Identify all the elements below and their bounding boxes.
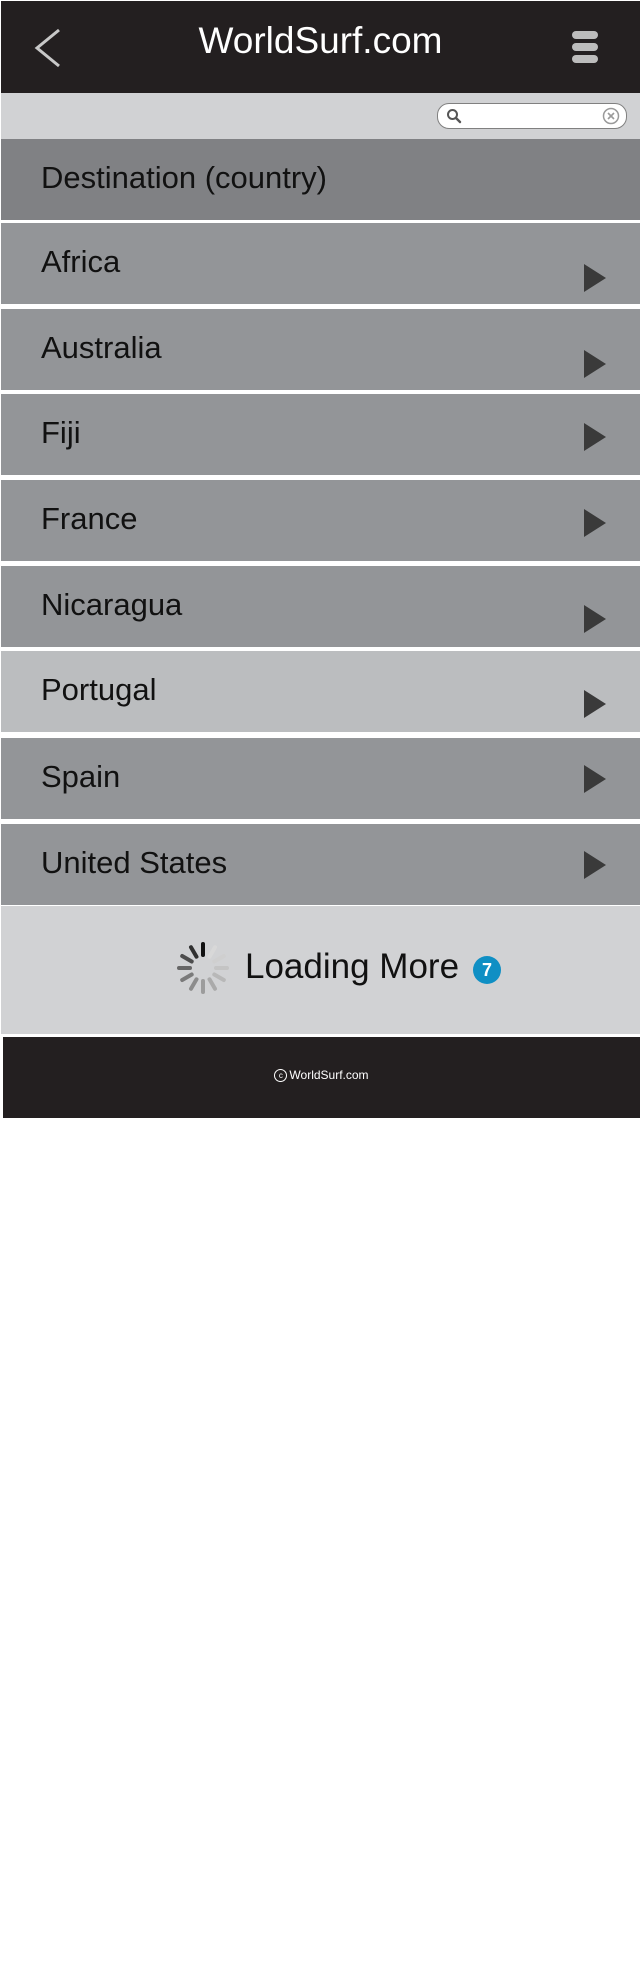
- list-item-label: France: [41, 501, 138, 536]
- list-item-label: United States: [41, 845, 228, 880]
- header-bar: WorldSurf.com: [1, 1, 640, 93]
- loading-more-bar[interactable]: Loading More 7: [1, 906, 640, 1034]
- play-triangle-icon: [584, 605, 606, 633]
- play-triangle-icon: [584, 509, 606, 537]
- footer-copyright: c WorldSurf.com: [3, 1067, 640, 1083]
- play-triangle-icon: [584, 765, 606, 793]
- count-badge: 7: [473, 956, 501, 984]
- play-triangle-icon: [584, 851, 606, 879]
- footer-site-name: WorldSurf.com: [289, 1068, 369, 1082]
- list-item-united-states[interactable]: United States: [1, 824, 640, 905]
- list-item-portugal[interactable]: Portugal: [1, 651, 640, 732]
- list-item-label: Portugal: [41, 672, 157, 707]
- loading-more-label: Loading More: [245, 947, 460, 986]
- list-item-label: Nicaragua: [41, 587, 183, 622]
- play-triangle-icon: [584, 350, 606, 378]
- spinner-icon: [177, 942, 229, 994]
- page-title: WorldSurf.com: [198, 20, 443, 61]
- footer-bar: c WorldSurf.com: [3, 1037, 640, 1118]
- hamburger-menu-icon: [572, 31, 598, 63]
- list-item-spain[interactable]: Spain: [1, 738, 640, 819]
- search-box: [437, 103, 627, 129]
- play-triangle-icon: [584, 690, 606, 718]
- play-triangle-icon: [584, 264, 606, 292]
- list-header: Destination (country): [1, 139, 640, 220]
- search-bar: [1, 93, 640, 139]
- menu-button[interactable]: [569, 29, 601, 65]
- list-item-label: Africa: [41, 244, 121, 279]
- list-item-fiji[interactable]: Fiji: [1, 394, 640, 475]
- magnifier-icon: [447, 109, 462, 124]
- copyright-icon: c: [274, 1069, 288, 1082]
- list-item-label: Fiji: [41, 415, 81, 450]
- list-item-label: Australia: [41, 330, 162, 365]
- play-triangle-icon: [584, 423, 606, 451]
- list-item-australia[interactable]: Australia: [1, 309, 640, 390]
- list-header-label: Destination (country): [41, 160, 328, 195]
- list-item-label: Spain: [41, 759, 121, 794]
- list-item-france[interactable]: France: [1, 480, 640, 561]
- clear-x-icon[interactable]: [602, 107, 620, 125]
- list-item-africa[interactable]: Africa: [1, 223, 640, 304]
- search-input[interactable]: [466, 106, 592, 126]
- list-item-nicaragua[interactable]: Nicaragua: [1, 566, 640, 647]
